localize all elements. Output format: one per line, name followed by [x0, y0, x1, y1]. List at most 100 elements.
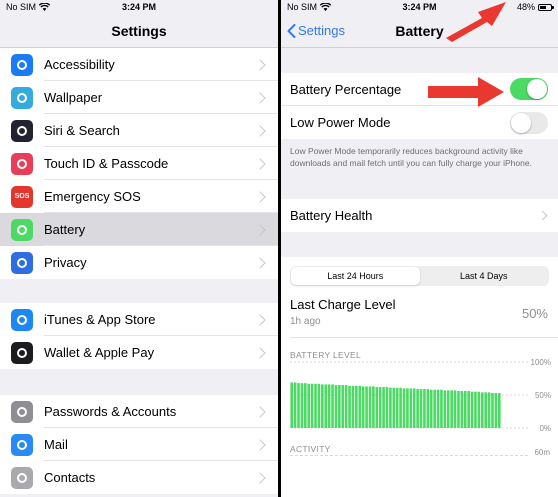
settings-row-touch-id-passcode[interactable]: Touch ID & Passcode [0, 147, 278, 180]
battery-level-bar [477, 391, 481, 428]
settings-row-wallpaper[interactable]: Wallpaper [0, 81, 278, 114]
battery-level-bar [317, 383, 321, 428]
battery-level-bar [446, 390, 450, 428]
battery-level-bar [297, 383, 300, 428]
battery-percentage-row: Battery Percentage [281, 73, 558, 106]
settings-row-passwords-accounts[interactable]: Passwords & Accounts [0, 395, 278, 428]
chevron-right-icon [254, 405, 266, 418]
page-title: Settings [111, 22, 167, 39]
low-power-footnote: Low Power Mode temporarily reduces backg… [290, 146, 532, 168]
battery-level-bar [385, 387, 389, 428]
settings-pane: No SIM 3:24 PM Settings Accessibility Wal… [0, 0, 278, 497]
battery-health-row[interactable]: Battery Health [281, 199, 558, 232]
battery-level-bar [416, 389, 419, 428]
settings-row-contacts[interactable]: Contacts [0, 461, 278, 494]
battery-level-bar [487, 392, 491, 428]
chevron-right-icon [254, 346, 266, 359]
battery-level-bar [378, 387, 382, 428]
red-arrow-top [446, 2, 506, 42]
red-arrow-toggle [428, 77, 504, 107]
settings-row-label: Wallet & Apple Pay [44, 345, 155, 360]
battery-level-bar [460, 391, 464, 428]
battery-level-bar [392, 387, 396, 428]
battery-level-bar [457, 391, 460, 428]
contacts-icon [11, 466, 33, 489]
app-store-icon [11, 308, 33, 331]
tab-last-4-days[interactable]: Last 4 Days [420, 267, 549, 285]
settings-group-3: Passwords & Accounts Mail Contacts [0, 395, 278, 494]
battery-level-bar [402, 388, 406, 428]
battery-level-bar [450, 390, 453, 428]
battery-level-bar [300, 383, 304, 428]
battery-status-icon [538, 3, 554, 11]
settings-row-label: Wallpaper [44, 90, 103, 105]
battery-percentage-toggle[interactable] [510, 78, 548, 100]
settings-row-siri-search[interactable]: Siri & Search [0, 114, 278, 147]
chevron-right-icon [254, 256, 266, 269]
activity-ytick-label: 60m [534, 448, 550, 457]
battery-level-bar [426, 389, 430, 428]
battery-level-bar [399, 387, 402, 428]
settings-row-itunes-app-store[interactable]: iTunes & App Store [0, 303, 278, 336]
settings-row-privacy[interactable]: Privacy [0, 246, 278, 279]
battery-level-bar [293, 382, 297, 428]
battery-level-bar [497, 393, 501, 428]
chevron-right-icon [254, 438, 266, 451]
chevron-right-icon [254, 91, 266, 104]
settings-row-label: Touch ID & Passcode [44, 156, 169, 171]
chevron-right-icon [254, 313, 266, 326]
battery-level-bar [324, 384, 328, 428]
accessibility-icon [11, 53, 33, 76]
settings-row-battery[interactable]: Battery [0, 213, 278, 246]
battery-pane: No SIM 3:24 PM 48% Settings Battery Batt… [281, 0, 558, 497]
battery-level-bar [307, 383, 311, 428]
battery-level-bar [494, 393, 498, 428]
nav-bar: Settings [0, 14, 278, 48]
battery-level-bar [382, 387, 385, 428]
battery-level-bar [440, 389, 443, 428]
battery-level-chart: 100% 50% 0% [290, 358, 551, 433]
battery-level-bar [423, 389, 426, 428]
low-power-mode-toggle[interactable] [510, 111, 548, 134]
settings-group-2: iTunes & App Store Wallet & Apple Pay [0, 303, 278, 369]
key-icon [11, 400, 33, 423]
battery-level-bar [372, 386, 375, 428]
activity-heading: ACTIVITY [290, 444, 331, 454]
last-charge-time: 1h ago [290, 316, 321, 327]
settings-group-1: Accessibility Wallpaper Siri & Search Touch… [0, 48, 278, 279]
settings-row-label: iTunes & App Store [44, 312, 156, 327]
settings-row-wallet-apple-pay[interactable]: Wallet & Apple Pay [0, 336, 278, 369]
settings-row-accessibility[interactable]: Accessibility [0, 48, 278, 81]
battery-level-bar [361, 386, 365, 428]
battery-level-bar [358, 385, 362, 428]
y-tick-label: 0% [539, 424, 551, 433]
chevron-right-icon [254, 223, 266, 236]
chevron-right-icon [254, 124, 266, 137]
y-tick-label: 50% [535, 391, 551, 400]
chevron-right-icon [537, 210, 548, 221]
settings-row-label: Accessibility [44, 57, 115, 72]
settings-row-label: Privacy [44, 255, 87, 270]
settings-row-label: Siri & Search [44, 123, 120, 138]
battery-level-bar [480, 392, 484, 428]
battery-level-bar [375, 387, 379, 428]
time-range-segmented-control: Last 24 Hours Last 4 Days [290, 266, 549, 286]
battery-icon [11, 218, 33, 241]
battery-level-bar [351, 385, 355, 428]
settings-row-emergency-sos[interactable]: SOS Emergency SOS [0, 180, 278, 213]
battery-level-bar [304, 383, 307, 428]
battery-level-bar [484, 392, 487, 428]
settings-row-label: Emergency SOS [44, 189, 141, 204]
battery-toggles-group: Battery Percentage Low Power Mode [281, 73, 558, 139]
battery-level-bar [412, 388, 416, 428]
mail-icon [11, 433, 33, 456]
status-time: 3:24 PM [121, 2, 156, 12]
battery-level-bar [344, 385, 348, 428]
battery-level-bar [321, 384, 324, 428]
battery-health-label: Battery Health [290, 208, 373, 223]
back-button[interactable]: Settings [287, 23, 345, 38]
toggle-knob [511, 112, 531, 133]
tab-last-24-hours[interactable]: Last 24 Hours [291, 267, 420, 285]
settings-row-mail[interactable]: Mail [0, 428, 278, 461]
settings-row-label: Passwords & Accounts [44, 404, 177, 419]
